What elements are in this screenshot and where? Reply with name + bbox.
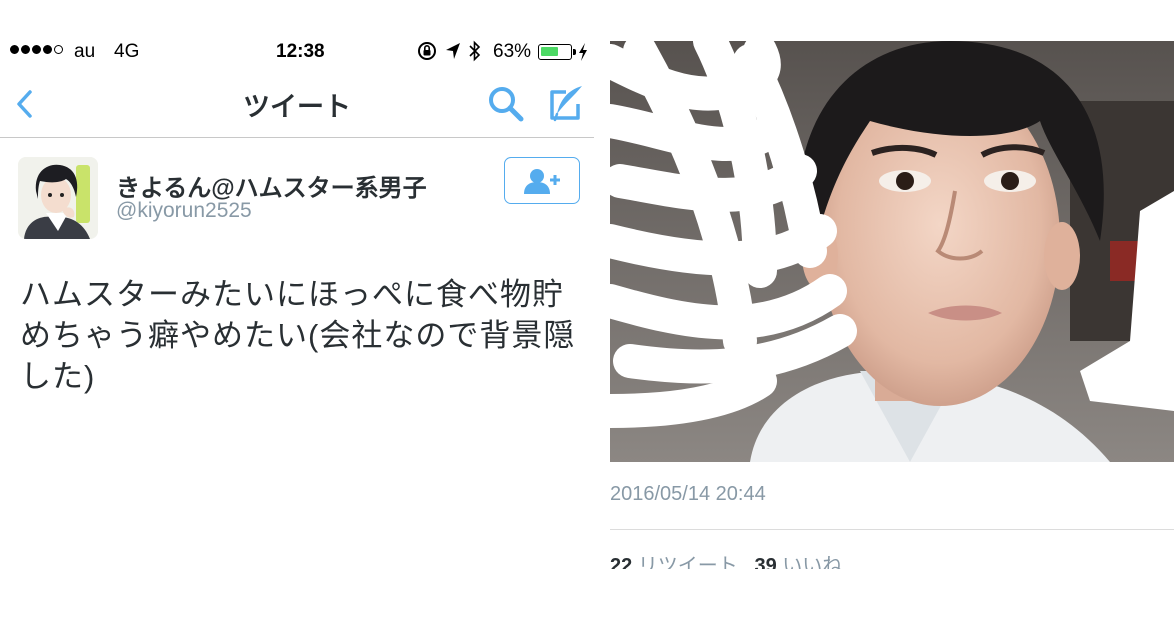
author-screen-name[interactable]: @kiyorun2525 — [116, 199, 252, 223]
carrier-name: au — [74, 41, 96, 62]
status-time: 12:38 — [276, 41, 325, 62]
charging-bolt-icon — [579, 43, 587, 61]
battery-percent: 63% — [493, 41, 532, 62]
tweet-text: ハムスターみたいにほっぺに食べ物貯めちゃう癖やめたい(会社なので背景隠した) — [20, 277, 576, 394]
like-label[interactable]: いいね — [782, 555, 842, 569]
divider — [610, 529, 1174, 530]
tweet-detail-pane: au 4G 12:38 63% ツイート きよるん@ハムスター系男子 @kiyo… — [0, 0, 594, 618]
like-count[interactable]: 39 — [754, 555, 776, 569]
add-user-icon — [524, 168, 560, 194]
screenshot-root: au 4G 12:38 63% ツイート きよるん@ハムスター系男子 @kiyo… — [0, 0, 1176, 618]
signal-strength-icon — [10, 45, 63, 54]
follow-button[interactable] — [504, 157, 580, 204]
tweet-timestamp: 2016/05/14 20:44 — [610, 483, 766, 505]
retweet-label[interactable]: リツイート — [638, 555, 738, 569]
rotation-lock-icon — [418, 42, 436, 60]
tweet-author-header: きよるん@ハムスター系男子 @kiyorun2525 — [0, 150, 594, 246]
chevron-left-icon[interactable] — [10, 84, 40, 124]
avatar[interactable] — [18, 157, 98, 239]
navigation-bar: ツイート — [0, 72, 594, 138]
compose-icon[interactable] — [544, 82, 586, 124]
network-type: 4G — [114, 41, 140, 62]
tweet-photo[interactable] — [610, 41, 1174, 462]
engagement-counts: 22 リツイート 39 いいね — [610, 554, 1174, 569]
battery-icon — [538, 44, 576, 60]
tweet-media-pane: 2016/05/14 20:44 22 リツイート 39 いいね — [610, 0, 1176, 618]
search-icon[interactable] — [486, 84, 526, 124]
retweet-count[interactable]: 22 — [610, 555, 632, 569]
status-bar: au 4G 12:38 63% — [0, 36, 594, 68]
location-arrow-icon — [446, 43, 460, 59]
author-display-name[interactable]: きよるん@ハムスター系男子 — [116, 168, 427, 203]
bluetooth-icon — [469, 40, 481, 62]
